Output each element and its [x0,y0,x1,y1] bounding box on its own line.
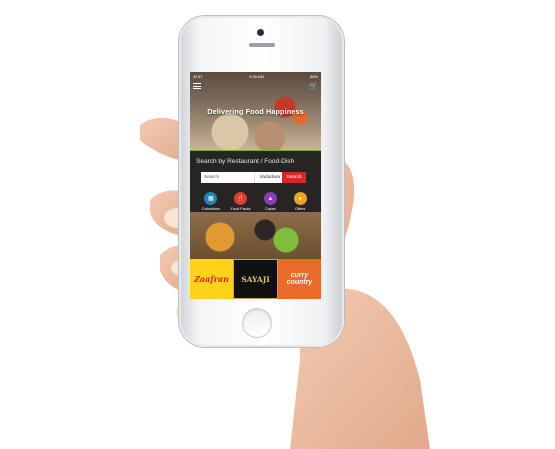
tag-icon: ● [293,192,307,205]
category-collections[interactable]: ▦ Collections [196,192,226,211]
earpiece-speaker [249,43,275,47]
category-cakes[interactable]: ▲ Cakes [256,192,286,211]
food-banner-image [190,212,321,259]
battery-label: 86% [309,73,318,79]
hero-title: Delivering Food Happiness [207,107,304,116]
brand-zaafran[interactable]: Zaafran [190,259,233,299]
smartphone: AT&T 9:28 AM 86% 🛒 Delivering Food Happi… [179,16,344,347]
category-label: Collections [201,207,221,211]
cart-icon[interactable]: 🛒 [309,82,318,90]
status-bar: AT&T 9:28 AM 86% [190,72,321,80]
brand-curry-country[interactable]: curry country [278,259,321,299]
carrier-label: AT&T [193,73,203,79]
app-screen: AT&T 9:28 AM 86% 🛒 Delivering Food Happi… [190,72,321,299]
time-label: 9:28 AM [249,73,264,79]
brand-sayaji[interactable]: SAYAJI [233,259,278,299]
search-button[interactable]: Search [282,172,306,183]
city-select[interactable]: Vadodara [254,172,282,183]
search-row: Search Vadodara Search [201,172,306,183]
search-input[interactable]: Search [201,172,254,183]
search-prompt: Search by Restaurant / Food-Dish [196,158,295,165]
fork-knife-icon: 🍴 [234,192,248,205]
front-camera [257,29,264,36]
stage: AT&T 9:28 AM 86% 🛒 Delivering Food Happi… [0,0,555,449]
grid-icon: ▦ [204,192,218,205]
category-label: Food Packs [230,207,251,211]
search-panel: Search by Restaurant / Food-Dish Search … [190,150,321,213]
brand-strip: Zaafran SAYAJI curry country [190,259,321,299]
category-offers[interactable]: ● Offers [285,192,315,211]
category-label: Offers [294,207,306,211]
hamburger-menu-icon[interactable] [193,83,201,89]
category-row: ▦ Collections 🍴 Food Packs ▲ Cakes ● Off… [196,192,315,211]
cake-icon: ▲ [263,192,277,205]
category-label: Cakes [264,207,276,211]
category-food-packs[interactable]: 🍴 Food Packs [226,192,256,211]
home-button[interactable] [243,309,271,337]
